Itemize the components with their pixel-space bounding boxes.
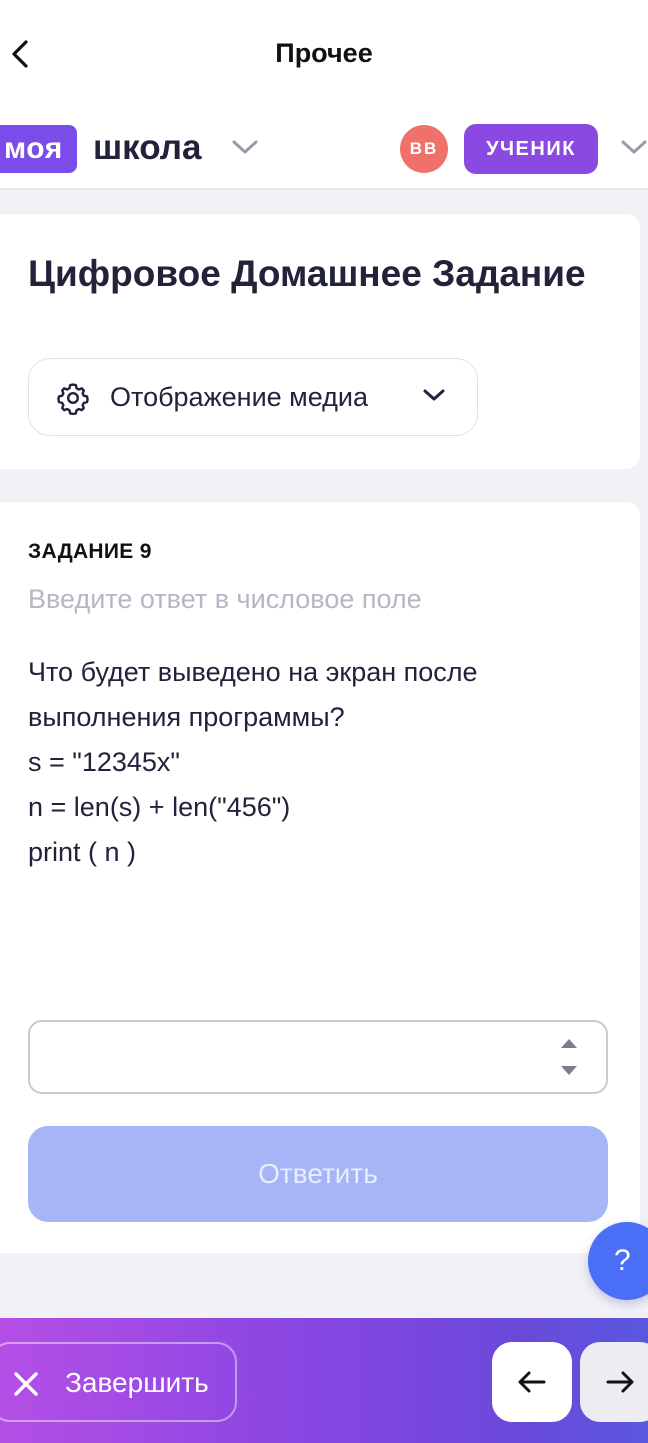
role-badge[interactable]: УЧЕНИК bbox=[464, 124, 598, 174]
finish-button[interactable]: Завершить bbox=[0, 1342, 237, 1422]
next-task-button[interactable] bbox=[580, 1342, 648, 1422]
gear-icon bbox=[57, 383, 89, 415]
homework-title: Цифровое Домашнее Задание bbox=[28, 253, 586, 294]
task-number: ЗАДАНИЕ 9 bbox=[28, 540, 152, 563]
question-line: Что будет выведено на экран после bbox=[28, 657, 478, 687]
finish-label: Завершить bbox=[65, 1367, 209, 1398]
app-header: моя школа ВВ УЧЕНИК bbox=[0, 108, 648, 190]
arrow-left-icon bbox=[518, 1371, 546, 1393]
close-icon bbox=[14, 1372, 38, 1396]
media-select-label: Отображение медиа bbox=[110, 382, 369, 412]
number-spinner-icon[interactable] bbox=[560, 1036, 578, 1078]
help-icon: ? bbox=[614, 1244, 631, 1277]
media-display-select[interactable]: Отображение медиа bbox=[28, 358, 478, 436]
avatar[interactable]: ВВ bbox=[400, 125, 448, 173]
top-bar: Прочее bbox=[0, 0, 648, 108]
task-hint: Введите ответ в числовое поле bbox=[28, 584, 422, 614]
code-line: s = "12345x" bbox=[28, 747, 181, 777]
question-line: выполнения программы? bbox=[28, 702, 345, 732]
logo-moya[interactable]: моя bbox=[0, 125, 77, 173]
arrow-right-icon bbox=[606, 1371, 634, 1393]
code-line: n = len(s) + len("456") bbox=[28, 792, 291, 822]
logo-shkola[interactable]: школа bbox=[93, 126, 201, 170]
answer-number-field[interactable] bbox=[28, 1020, 608, 1094]
bottom-bar: Завершить bbox=[0, 1318, 648, 1443]
previous-task-button[interactable] bbox=[492, 1342, 572, 1422]
chevron-down-icon[interactable] bbox=[620, 138, 648, 156]
submit-answer-button[interactable]: Ответить bbox=[28, 1126, 608, 1222]
code-line: print ( n ) bbox=[28, 837, 137, 867]
task-question: Что будет выведено на экран после выполн… bbox=[28, 650, 618, 875]
answer-input[interactable] bbox=[44, 1032, 548, 1084]
chevron-down-icon bbox=[423, 389, 445, 401]
page-title: Прочее bbox=[275, 38, 373, 68]
task-card: ЗАДАНИЕ 9 Введите ответ в числовое поле … bbox=[0, 502, 640, 1253]
chevron-down-icon[interactable] bbox=[231, 138, 259, 156]
homework-header-card: Цифровое Домашнее Задание Отображение ме… bbox=[0, 214, 640, 469]
